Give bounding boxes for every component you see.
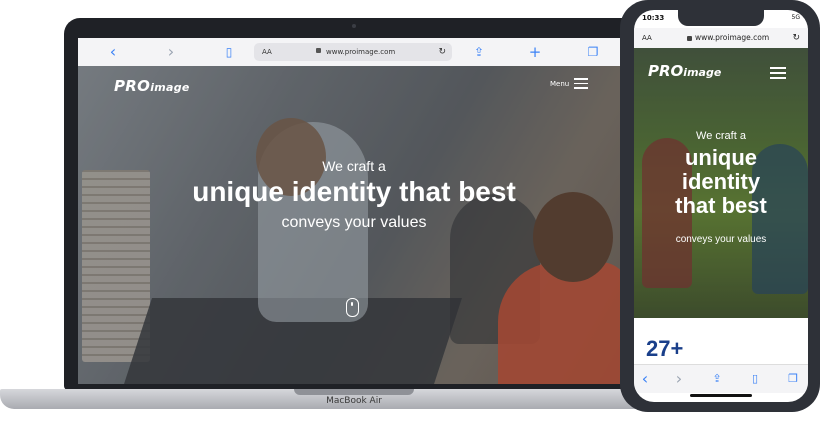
logo-text-image: image [683, 66, 722, 79]
share-icon[interactable]: ⇪ [470, 38, 488, 66]
plus-icon[interactable]: + [526, 38, 544, 66]
lock-icon [316, 48, 321, 53]
hero-title: unique identity that best [192, 176, 516, 207]
phone-notch [678, 10, 764, 26]
site-logo[interactable]: PROimage [648, 62, 721, 80]
tabs-icon[interactable]: ❐ [584, 38, 602, 66]
hero-subtitle: conveys your values [281, 214, 427, 231]
hero-kicker: We craft a [696, 130, 746, 142]
reload-icon[interactable]: ↻ [438, 43, 446, 61]
book-icon[interactable]: ▯ [746, 365, 764, 393]
site-logo[interactable]: PROimage [114, 77, 190, 95]
menu-label[interactable]: Menu [550, 80, 569, 88]
phone-toolbar: ‹ › ⇪ ▯ ❐ [634, 364, 808, 393]
phone-url-bar[interactable]: AA www.proimage.com ↻ [634, 28, 808, 48]
forward-icon[interactable]: › [162, 38, 180, 66]
stat-value: 27+ [646, 336, 684, 361]
hero-subtitle: conveys your values [675, 234, 767, 245]
reader-aa-button[interactable]: AA [262, 43, 272, 61]
hero-title-line: that best [675, 193, 767, 218]
url-text[interactable]: www.proimage.com [326, 43, 395, 61]
hero-title-line: identity [681, 169, 761, 194]
lock-icon [687, 36, 692, 41]
logo-text-pro: PRO [114, 77, 151, 95]
back-icon[interactable]: ‹ [636, 365, 654, 393]
hamburger-menu-icon[interactable] [770, 67, 786, 79]
browser-toolbar: ‹ › ▯ AA www.proimage.com ↻ ⇪ + ❐ [78, 38, 630, 67]
back-icon[interactable]: ‹ [104, 38, 122, 66]
hamburger-menu-icon[interactable] [574, 78, 588, 89]
hero-section: PROimage Menu We craft a unique identity… [78, 66, 630, 384]
laptop-model-label: MacBook Air [326, 396, 382, 406]
reload-icon[interactable]: ↻ [792, 28, 800, 48]
forward-icon[interactable]: › [670, 365, 688, 393]
scroll-down-icon[interactable] [346, 298, 359, 317]
logo-text-pro: PRO [648, 62, 684, 80]
tabs-icon[interactable]: ❐ [784, 365, 802, 393]
laptop-screen: ‹ › ▯ AA www.proimage.com ↻ ⇪ + ❐ PROima… [78, 38, 630, 384]
phone-hero-section: PROimage We craft a unique identity that… [634, 48, 808, 318]
url-bar[interactable]: AA www.proimage.com ↻ [254, 43, 452, 61]
hero-title-line: unique [684, 145, 758, 170]
camera-icon [352, 24, 356, 28]
home-indicator [690, 394, 752, 397]
url-text[interactable]: www.proimage.com [695, 28, 769, 48]
status-time: 10:33 [642, 14, 665, 22]
share-icon[interactable]: ⇪ [708, 365, 726, 393]
status-network: 5G [791, 14, 800, 21]
hero-kicker: We craft a [322, 158, 386, 174]
hero-title: unique identity that best [634, 146, 808, 218]
logo-text-image: image [150, 81, 190, 94]
laptop-notch [294, 389, 414, 395]
reader-aa-button[interactable]: AA [642, 28, 652, 48]
book-icon[interactable]: ▯ [220, 38, 238, 66]
phone-screen: 10:33 5G AA www.proimage.com ↻ PROimage … [634, 10, 808, 402]
